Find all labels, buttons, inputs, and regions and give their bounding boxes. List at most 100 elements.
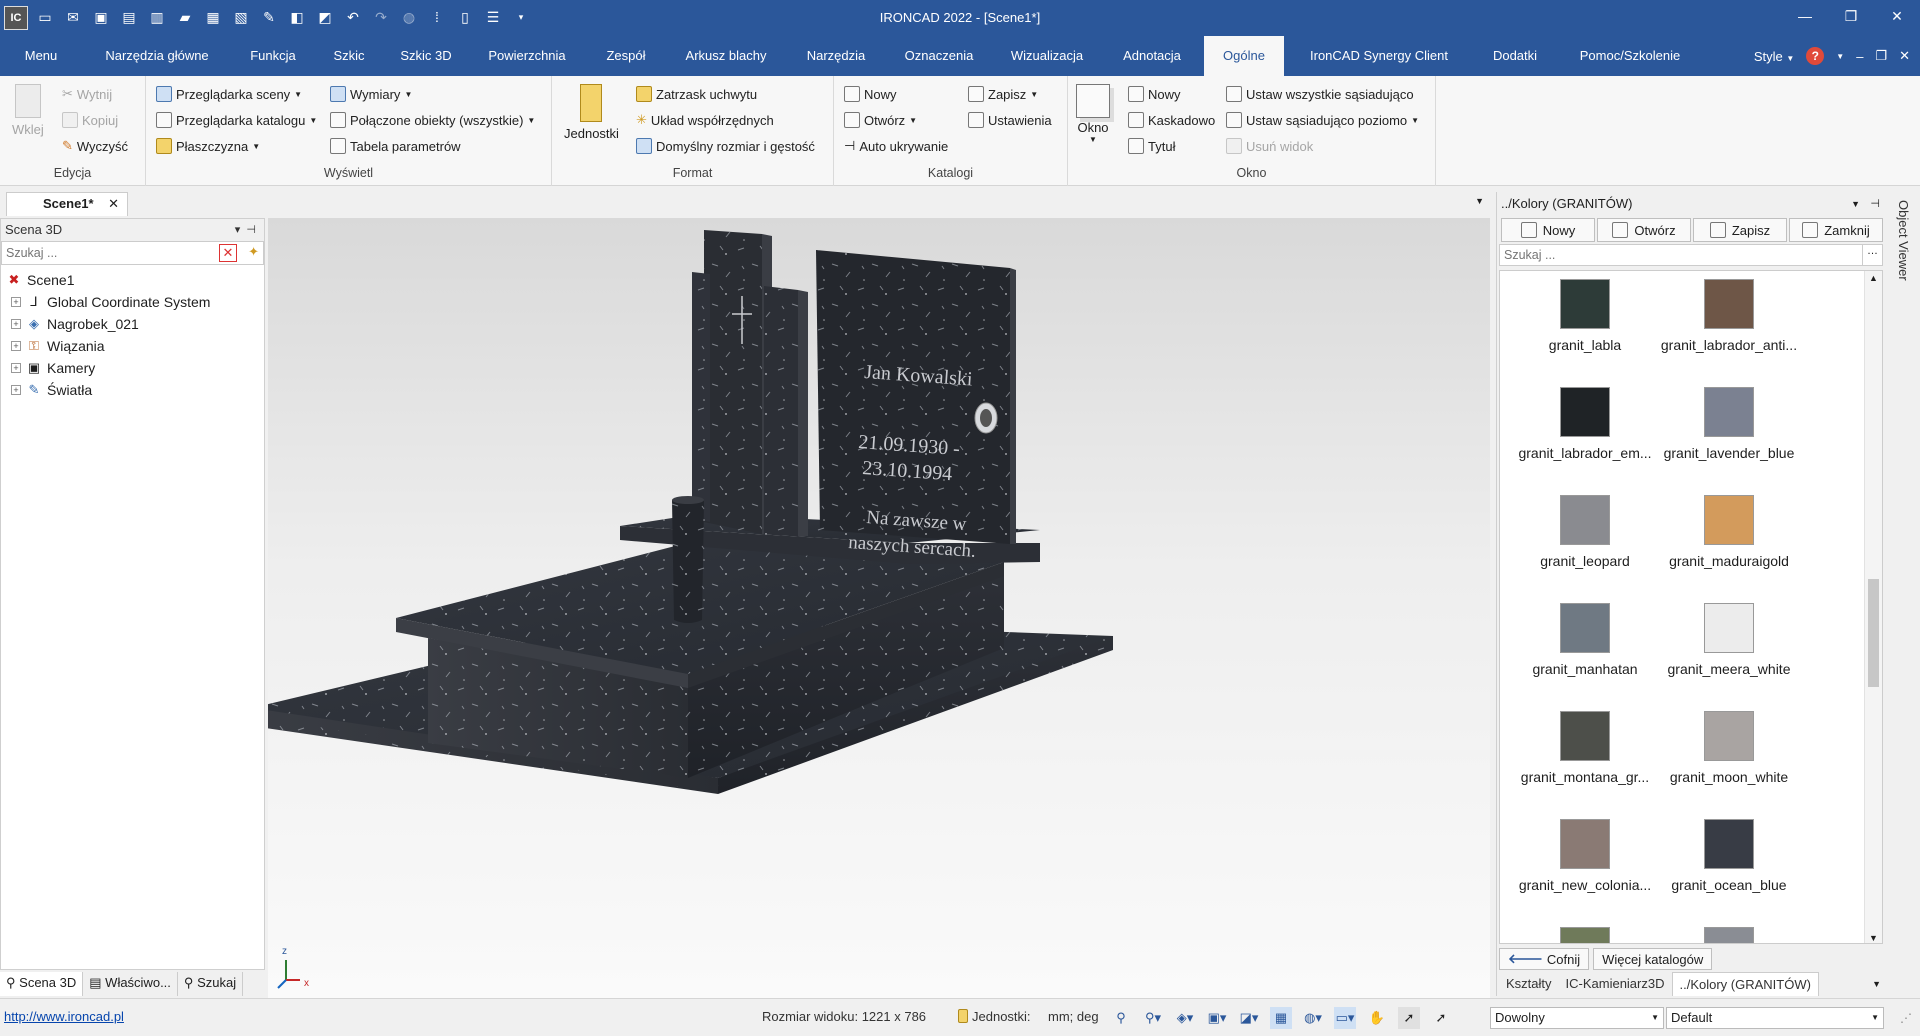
- window-new-button[interactable]: Nowy: [1128, 86, 1181, 102]
- restore-button[interactable]: ❐: [1828, 0, 1874, 32]
- remove-view-button[interactable]: Usuń widok: [1226, 138, 1313, 154]
- close-tab-icon[interactable]: ✕: [108, 193, 119, 215]
- param-table-button[interactable]: Tabela parametrów: [330, 138, 461, 154]
- catalog-item[interactable]: granit_labla: [1510, 279, 1660, 353]
- plane-button[interactable]: Płaszczyzna ▼: [156, 138, 260, 154]
- catalog-item[interactable]: granit_maduraigold: [1654, 495, 1804, 569]
- 3d-viewport[interactable]: Jan Kowalski 21.09.1930 - 23.10.1994 Na …: [268, 218, 1490, 998]
- catalog-tabs-dropdown-icon[interactable]: ▼: [1872, 972, 1881, 996]
- catalog-item[interactable]: granit_manhatan: [1510, 603, 1660, 677]
- tab-pomoc-szkolenie[interactable]: Pomoc/Szkolenie: [1560, 36, 1700, 76]
- catalog-item-partial[interactable]: [1510, 927, 1660, 943]
- render-mode-icon[interactable]: ◍▾: [1302, 1007, 1324, 1029]
- default-size-button[interactable]: Domyślny rozmiar i gęstość: [636, 138, 815, 154]
- clear-search-icon[interactable]: ✕: [219, 244, 237, 262]
- scene-browser-button[interactable]: Przeglądarka sceny ▼: [156, 86, 302, 102]
- copy-button[interactable]: Kopiuj: [62, 112, 118, 128]
- tab-scene1[interactable]: Scene1* ✕: [6, 192, 128, 216]
- tab-scena-3d[interactable]: ⚲ Scena 3D: [0, 972, 84, 996]
- tab-szkic[interactable]: Szkic: [314, 36, 384, 76]
- catalog-save-button[interactable]: Zapisz ▼: [968, 86, 1038, 102]
- catalog-item[interactable]: granit_labrador_anti...: [1654, 279, 1804, 353]
- catalog-open-button[interactable]: Otwórz: [1597, 218, 1691, 242]
- tab-funkcja[interactable]: Funkcja: [232, 36, 314, 76]
- select-arrow-icon[interactable]: ➚: [1398, 1007, 1420, 1029]
- dimensions-button[interactable]: Wymiary ▼: [330, 86, 412, 102]
- tab-ksztalty[interactable]: Kształty: [1499, 972, 1559, 996]
- view-cube-icon[interactable]: ▣▾: [1206, 1007, 1228, 1029]
- tab-kolory-granitow[interactable]: ../Kolory (GRANITÓW): [1671, 972, 1819, 996]
- scroll-up-icon[interactable]: ▲: [1869, 273, 1878, 283]
- catalog-scrollbar[interactable]: ▲ ▼: [1864, 271, 1882, 943]
- tab-menu[interactable]: Menu: [0, 36, 82, 76]
- clear-button[interactable]: ✎ Wyczyść: [62, 138, 128, 154]
- catalog-close-button[interactable]: Zamknij: [1789, 218, 1883, 242]
- tab-ic-kamieniarz3d[interactable]: IC-Kamieniarz3D: [1559, 972, 1672, 996]
- zoom-window-icon[interactable]: ⚲▾: [1142, 1007, 1164, 1029]
- coord-button[interactable]: ✳ Układ współrzędnych: [636, 112, 774, 128]
- catalog-item[interactable]: granit_new_colonia...: [1510, 819, 1660, 893]
- scroll-thumb[interactable]: [1868, 579, 1879, 687]
- tab-narzedzia-glowne[interactable]: Narzędzia główne: [82, 36, 232, 76]
- resize-grip-icon[interactable]: ⋰: [1900, 1011, 1912, 1025]
- tile-all-button[interactable]: Ustaw wszystkie sąsiadująco: [1226, 86, 1414, 102]
- tab-dodatki[interactable]: Dodatki: [1470, 36, 1560, 76]
- tab-szukaj[interactable]: ⚲ Szukaj: [178, 972, 244, 996]
- help-dropdown-icon[interactable]: ▼: [1836, 52, 1844, 61]
- tab-ogolne[interactable]: Ogólne: [1204, 36, 1284, 76]
- cut-button[interactable]: ✂ Wytnij: [62, 86, 112, 102]
- preset-dropdown[interactable]: Default ▼: [1666, 1007, 1884, 1029]
- find-icon[interactable]: ✦: [248, 244, 259, 260]
- expand-icon[interactable]: +: [11, 341, 21, 351]
- tree-item-nagrobek[interactable]: + ◈ Nagrobek_021: [1, 313, 264, 335]
- catalog-item[interactable]: granit_leopard: [1510, 495, 1660, 569]
- expand-icon[interactable]: +: [11, 297, 21, 307]
- tab-szkic-3d[interactable]: Szkic 3D: [384, 36, 468, 76]
- catalog-item[interactable]: granit_moon_white: [1654, 711, 1804, 785]
- ribbon-close-icon[interactable]: ✕: [1899, 48, 1910, 64]
- catalog-browser-button[interactable]: Przeglądarka katalogu ▼: [156, 112, 317, 128]
- tab-narzedzia[interactable]: Narzędzia: [786, 36, 886, 76]
- linked-objects-button[interactable]: Połączone obiekty (wszystkie) ▼: [330, 112, 535, 128]
- catalog-open-button[interactable]: Otwórz ▼: [844, 112, 917, 128]
- orbit-icon[interactable]: ◈▾: [1174, 1007, 1196, 1029]
- tab-wlasciwosci[interactable]: ▤ Właściwo...: [83, 972, 178, 996]
- tab-ironcad-synergy-client[interactable]: IronCAD Synergy Client: [1288, 36, 1470, 76]
- tab-oznaczenia[interactable]: Oznaczenia: [886, 36, 992, 76]
- website-link[interactable]: http://www.ironcad.pl: [4, 1009, 124, 1024]
- expand-icon[interactable]: +: [11, 363, 21, 373]
- ribbon-minimize-icon[interactable]: –: [1856, 49, 1863, 64]
- expand-icon[interactable]: +: [11, 319, 21, 329]
- units-button[interactable]: Jednostki: [564, 84, 619, 141]
- section-icon[interactable]: ◪▾: [1238, 1007, 1260, 1029]
- style-dropdown[interactable]: Style ▼: [1754, 49, 1794, 64]
- cascade-button[interactable]: Kaskadowo: [1128, 112, 1215, 128]
- scene-search-input[interactable]: [2, 246, 202, 260]
- catalog-new-button[interactable]: Nowy: [1501, 218, 1595, 242]
- title-button[interactable]: Tytuł: [1128, 138, 1175, 154]
- close-button[interactable]: ✕: [1874, 0, 1920, 32]
- ribbon-restore-icon[interactable]: ❐: [1875, 48, 1887, 64]
- catalog-item[interactable]: granit_ocean_blue: [1654, 819, 1804, 893]
- shading-icon[interactable]: ▦: [1270, 1007, 1292, 1029]
- catalog-item[interactable]: granit_meera_white: [1654, 603, 1804, 677]
- tab-powierzchnia[interactable]: Powierzchnia: [468, 36, 586, 76]
- expand-icon[interactable]: +: [11, 385, 21, 395]
- selection-mode-dropdown[interactable]: Dowolny ▼: [1490, 1007, 1664, 1029]
- tree-item-global-coordinate-system[interactable]: + ⅃ Global Coordinate System: [1, 291, 264, 313]
- scroll-down-icon[interactable]: ▼: [1869, 933, 1878, 943]
- tree-item-swiatla[interactable]: + ✎ Światła: [1, 379, 264, 401]
- back-button[interactable]: 🡐 Cofnij: [1499, 948, 1590, 970]
- catalog-settings-button[interactable]: Ustawienia: [968, 112, 1052, 128]
- catalog-item-partial[interactable]: [1654, 927, 1804, 943]
- more-catalogs-button[interactable]: Więcej katalogów: [1593, 948, 1713, 970]
- tabs-dropdown-icon[interactable]: ▼: [1475, 196, 1484, 206]
- search-options-icon[interactable]: …: [1862, 245, 1882, 265]
- catalog-new-button[interactable]: Nowy: [844, 86, 897, 102]
- zoom-icon[interactable]: ⚲: [1110, 1007, 1132, 1029]
- display-mode-icon[interactable]: ▭▾: [1334, 1007, 1356, 1029]
- catalog-item[interactable]: granit_labrador_em...: [1510, 387, 1660, 461]
- tile-horizontal-button[interactable]: Ustaw sąsiadująco poziomo ▼: [1226, 112, 1419, 128]
- pointer-icon[interactable]: ➚: [1430, 1007, 1452, 1029]
- catalog-search-input[interactable]: [1500, 245, 1860, 265]
